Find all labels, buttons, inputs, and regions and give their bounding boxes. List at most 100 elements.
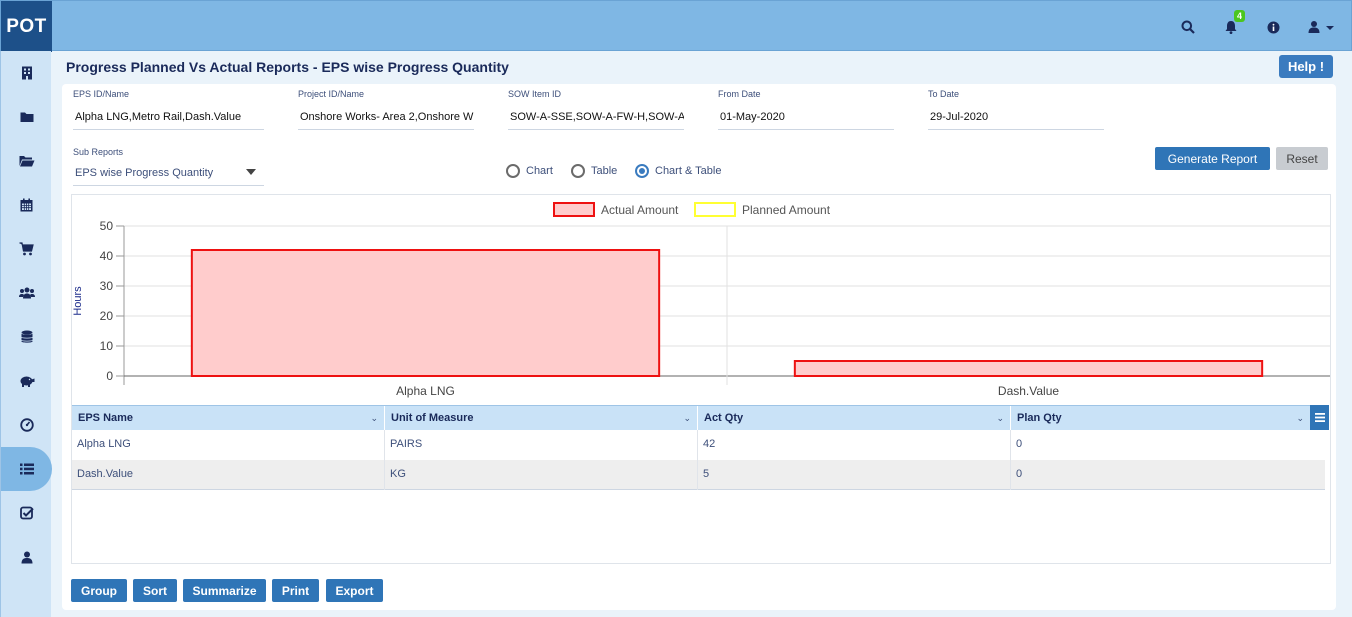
x-tick-label: Alpha LNG [396, 384, 455, 398]
legend-swatch [694, 202, 736, 217]
chevron-down-icon[interactable]: ⌄ [683, 406, 691, 430]
column-header-unit[interactable]: Unit of Measure ⌄ [385, 406, 698, 431]
table-cell: PAIRS [385, 430, 698, 460]
radio-chart-circle[interactable] [506, 164, 520, 178]
table-cell: Alpha LNG [72, 430, 385, 460]
chevron-down-icon[interactable]: ⌄ [996, 406, 1004, 430]
sidebar-item-dashboard[interactable] [1, 403, 52, 447]
column-header-act-qty[interactable]: Act Qty ⌄ [698, 406, 1011, 431]
dashboard-icon [19, 418, 34, 432]
eps-label: EPS ID/Name [73, 89, 130, 99]
folder-icon [20, 112, 33, 122]
notification-badge: 4 [1234, 10, 1246, 22]
piggy-bank-icon [20, 376, 34, 387]
radio-chart-and-table[interactable]: Chart & Table [635, 164, 721, 178]
project-label: Project ID/Name [298, 89, 365, 99]
sidebar-item-calendar[interactable] [1, 183, 52, 227]
legend-label: Actual Amount [601, 203, 679, 217]
column-header-eps-name[interactable]: EPS Name ⌄ [72, 406, 385, 431]
cart-icon [19, 242, 34, 256]
sidebar-item-building[interactable] [1, 51, 52, 95]
y-tick-label: 10 [100, 339, 114, 353]
y-axis-label: Hours [72, 286, 84, 316]
sidebar-item-folder-open[interactable] [1, 139, 52, 183]
print-button[interactable]: Print [272, 579, 319, 602]
y-tick-label: 0 [106, 369, 113, 383]
to-date-field[interactable]: 29-Jul-2020 [928, 108, 1104, 130]
bar-chart: 0 10 20 30 40 50 Hours Alpha LNG Dash.Value Actua… [72, 202, 1330, 398]
checklist-icon [19, 506, 34, 520]
bar-actual-amount [190, 249, 661, 377]
table-cell: 42 [698, 430, 1011, 460]
group-button[interactable]: Group [71, 579, 127, 602]
table-cell: 5 [698, 460, 1011, 490]
sidebar-item-database[interactable] [1, 315, 52, 359]
chevron-down-icon[interactable]: ⌄ [1296, 406, 1304, 430]
user-menu-icon[interactable] [1306, 18, 1338, 36]
legend-swatch [553, 202, 595, 217]
hamburger-icon [1314, 413, 1325, 422]
y-tick-label: 50 [100, 219, 114, 233]
top-bar: POT 4 [0, 0, 1352, 52]
radio-chart[interactable]: Chart [506, 164, 553, 178]
y-tick-label: 40 [100, 249, 114, 263]
sidebar-item-folder[interactable] [1, 95, 52, 139]
sow-label: SOW Item ID [508, 89, 562, 99]
y-tick-label: 30 [100, 279, 114, 293]
search-icon[interactable] [1179, 18, 1197, 36]
export-button[interactable]: Export [326, 579, 383, 602]
sow-field[interactable]: SOW-A-SSE,SOW-A-FW-H,SOW-A-RF [508, 108, 684, 130]
users-icon [18, 287, 35, 299]
y-tick-label: 20 [100, 309, 114, 323]
from-date-label: From Date [718, 89, 761, 99]
eps-field[interactable]: Alpha LNG,Metro Rail,Dash.Value [73, 108, 264, 130]
app-logo[interactable]: POT [1, 1, 52, 52]
database-icon [20, 330, 33, 343]
list-icon [19, 463, 34, 475]
sidebar-item-reports[interactable] [1, 447, 52, 491]
sidebar [0, 51, 52, 617]
column-header-label: Plan Qty [1017, 412, 1062, 424]
table-cell: 0 [1016, 438, 1023, 450]
table-cell: KG [385, 460, 698, 490]
column-header-plan-qty[interactable]: Plan Qty ⌄ [1011, 406, 1310, 431]
help-button[interactable]: Help ! [1279, 55, 1333, 78]
sub-reports-value: EPS wise Progress Quantity [75, 167, 214, 179]
sidebar-item-checklist[interactable] [1, 491, 52, 535]
sidebar-item-profile[interactable] [1, 535, 52, 579]
chevron-down-icon[interactable] [246, 169, 256, 175]
sub-reports-select[interactable]: EPS wise Progress Quantity [73, 164, 264, 186]
radio-table-circle[interactable] [571, 164, 585, 178]
table-header: EPS Name ⌄ Unit of Measure ⌄ Act Qty ⌄ Plan… [72, 405, 1310, 431]
radio-chart-label: Chart [526, 165, 553, 177]
summarize-button[interactable]: Summarize [183, 579, 266, 602]
column-header-label: EPS Name [78, 412, 134, 424]
reset-button[interactable]: Reset [1276, 147, 1328, 170]
bar-actual-amount [793, 360, 1264, 377]
building-icon [21, 66, 32, 80]
column-header-label: Act Qty [704, 412, 744, 424]
x-tick-label: Dash.Value [998, 384, 1059, 398]
table-row[interactable]: Dash.Value KG 5 0 [72, 460, 1325, 490]
generate-report-button[interactable]: Generate Report [1155, 147, 1270, 170]
radio-chart-and-table-circle[interactable] [635, 164, 649, 178]
sidebar-item-piggy-bank[interactable] [1, 359, 52, 403]
radio-table-label: Table [591, 165, 618, 177]
sort-button[interactable]: Sort [133, 579, 177, 602]
page-title: Progress Planned Vs Actual Reports - EPS… [66, 59, 509, 75]
sub-reports-label: Sub Reports [73, 147, 124, 157]
sidebar-item-users[interactable] [1, 271, 52, 315]
sidebar-item-cart[interactable] [1, 227, 52, 271]
table-row[interactable]: Alpha LNG PAIRS 42 0 [72, 430, 1325, 460]
chevron-down-icon[interactable]: ⌄ [370, 406, 378, 430]
table-cell: Dash.Value [72, 460, 385, 490]
to-date-label: To Date [928, 89, 960, 99]
info-icon[interactable] [1264, 18, 1282, 36]
calendar-icon [20, 198, 33, 212]
radio-table[interactable]: Table [571, 164, 617, 178]
project-field[interactable]: Onshore Works- Area 2,Onshore W [298, 108, 474, 130]
radio-chart-and-table-label: Chart & Table [655, 165, 722, 177]
table-cell: 0 [1016, 468, 1023, 480]
column-menu-button[interactable] [1310, 405, 1329, 430]
from-date-field[interactable]: 01-May-2020 [718, 108, 894, 130]
